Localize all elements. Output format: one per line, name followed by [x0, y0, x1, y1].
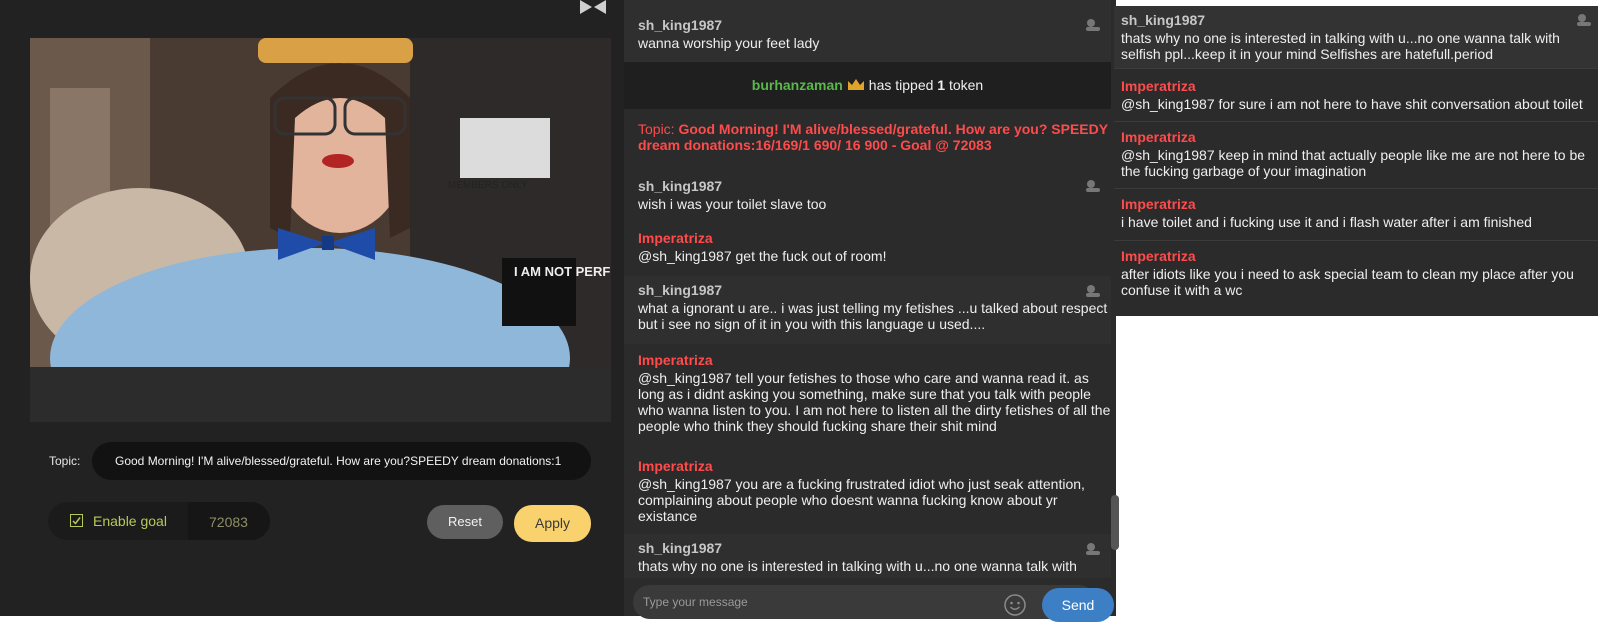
chat-text: after idiots like you i need to ask spec…	[1121, 266, 1574, 298]
video-control-bar	[30, 367, 611, 422]
chat-text: @sh_king1987 tell your fetishes to those…	[638, 370, 1111, 434]
chat-username[interactable]: Imperatriza	[638, 230, 1111, 246]
chat-message: sh_king1987 thats why no one is interest…	[1114, 6, 1598, 68]
chat-topic-label: Topic:	[638, 121, 675, 137]
user-menu-icon[interactable]	[1085, 542, 1101, 556]
user-menu-icon[interactable]	[1085, 18, 1101, 32]
chat-message: Imperatriza @sh_king1987 get the fuck ou…	[624, 230, 1111, 274]
chat-message: Imperatriza @sh_king1987 for sure i am n…	[1114, 78, 1598, 118]
chat-message-input[interactable]	[633, 585, 1096, 619]
chat-username[interactable]: Imperatriza	[1121, 248, 1598, 264]
chat-username[interactable]: Imperatriza	[638, 458, 1111, 474]
chat-message: Imperatriza after idiots like you i need…	[1114, 248, 1598, 304]
chat-message: Imperatriza @sh_king1987 you are a fucki…	[624, 458, 1111, 528]
popout-chat-panel: sh_king1987 thats why no one is interest…	[1114, 6, 1598, 316]
video-player[interactable]: I AM NOT PERFECT MEMBERS ONLY	[30, 38, 611, 367]
chat-username[interactable]: sh_king1987	[1121, 12, 1598, 28]
chat-text: @sh_king1987 keep in mind that actually …	[1121, 147, 1586, 179]
chat-topic-notice: Topic: Good Morning! I'M alive/blessed/g…	[624, 121, 1111, 153]
video-frame: I AM NOT PERFECT MEMBERS ONLY	[30, 38, 611, 367]
chat-panel: sh_king1987 wanna worship your feet lady…	[624, 0, 1116, 616]
tip-amount: 1	[937, 77, 946, 93]
chat-scrollbar[interactable]	[1111, 495, 1119, 550]
chat-text: wanna worship your feet lady	[638, 35, 820, 51]
chat-text: what a ignorant u are.. i was just telli…	[638, 300, 1108, 332]
reset-button[interactable]: Reset	[427, 505, 503, 539]
chat-username[interactable]: sh_king1987	[638, 282, 1111, 298]
tip-unit: token	[948, 77, 984, 93]
chat-username[interactable]: Imperatriza	[1121, 129, 1598, 145]
chat-text: thats why no one is interested in talkin…	[1121, 30, 1560, 62]
chat-username[interactable]: Imperatriza	[638, 352, 1111, 368]
send-button[interactable]: Send	[1042, 588, 1114, 622]
chat-message: sh_king1987 what a ignorant u are.. i wa…	[624, 276, 1111, 344]
crown-icon	[847, 79, 864, 90]
user-menu-icon[interactable]	[1085, 284, 1101, 298]
chat-username[interactable]: sh_king1987	[638, 178, 1111, 194]
chat-text: @sh_king1987 for sure i am not here to h…	[1121, 96, 1583, 112]
video-sign-text: I AM NOT PERFECT	[514, 264, 611, 279]
chat-message: sh_king1987 wish i was your toilet slave…	[624, 177, 1111, 221]
chat-username[interactable]: Imperatriza	[1121, 196, 1598, 212]
apply-button[interactable]: Apply	[514, 505, 591, 542]
topic-input[interactable]: Good Morning! I'M alive/blessed/grateful…	[92, 442, 591, 480]
chat-topic-text: Good Morning! I'M alive/blessed/grateful…	[638, 121, 1108, 153]
user-menu-icon[interactable]	[1085, 179, 1101, 193]
chat-username[interactable]: Imperatriza	[1121, 78, 1598, 94]
user-menu-icon[interactable]	[1576, 13, 1592, 27]
fullscreen-toggle-icon[interactable]	[580, 0, 606, 14]
chat-text: @sh_king1987 get the fuck out of room!	[638, 248, 887, 264]
chat-username[interactable]: sh_king1987	[638, 540, 1111, 556]
tipper-username[interactable]: burhanzaman	[752, 77, 843, 93]
enable-goal-label[interactable]: Enable goal	[93, 513, 167, 529]
chat-message: Imperatriza i have toilet and i fucking …	[1114, 196, 1598, 236]
chat-message: sh_king1987 wanna worship your feet lady	[624, 0, 1111, 62]
chat-message: sh_king1987 thats why no one is interest…	[624, 534, 1111, 578]
chat-text: i have toilet and i fucking use it and i…	[1121, 214, 1532, 230]
topic-label: Topic:	[49, 454, 81, 468]
chat-text: thats why no one is interested in talkin…	[638, 558, 1077, 574]
video-sign-members: MEMBERS ONLY	[448, 180, 528, 191]
goal-value: 72083	[209, 514, 248, 530]
chat-text: wish i was your toilet slave too	[638, 196, 827, 212]
enable-goal-checkbox[interactable]	[70, 514, 83, 527]
chat-text: @sh_king1987 you are a fucking frustrate…	[638, 476, 1085, 524]
checkmark-icon	[72, 517, 81, 525]
chat-message: Imperatriza @sh_king1987 tell your fetis…	[624, 352, 1111, 452]
emoji-icon[interactable]	[1004, 594, 1026, 616]
tip-text-before: has tipped	[868, 77, 934, 93]
chat-message: Imperatriza @sh_king1987 keep in mind th…	[1114, 129, 1598, 185]
chat-username[interactable]: sh_king1987	[638, 17, 1111, 33]
tip-notice: burhanzaman has tipped 1 token	[624, 62, 1111, 109]
